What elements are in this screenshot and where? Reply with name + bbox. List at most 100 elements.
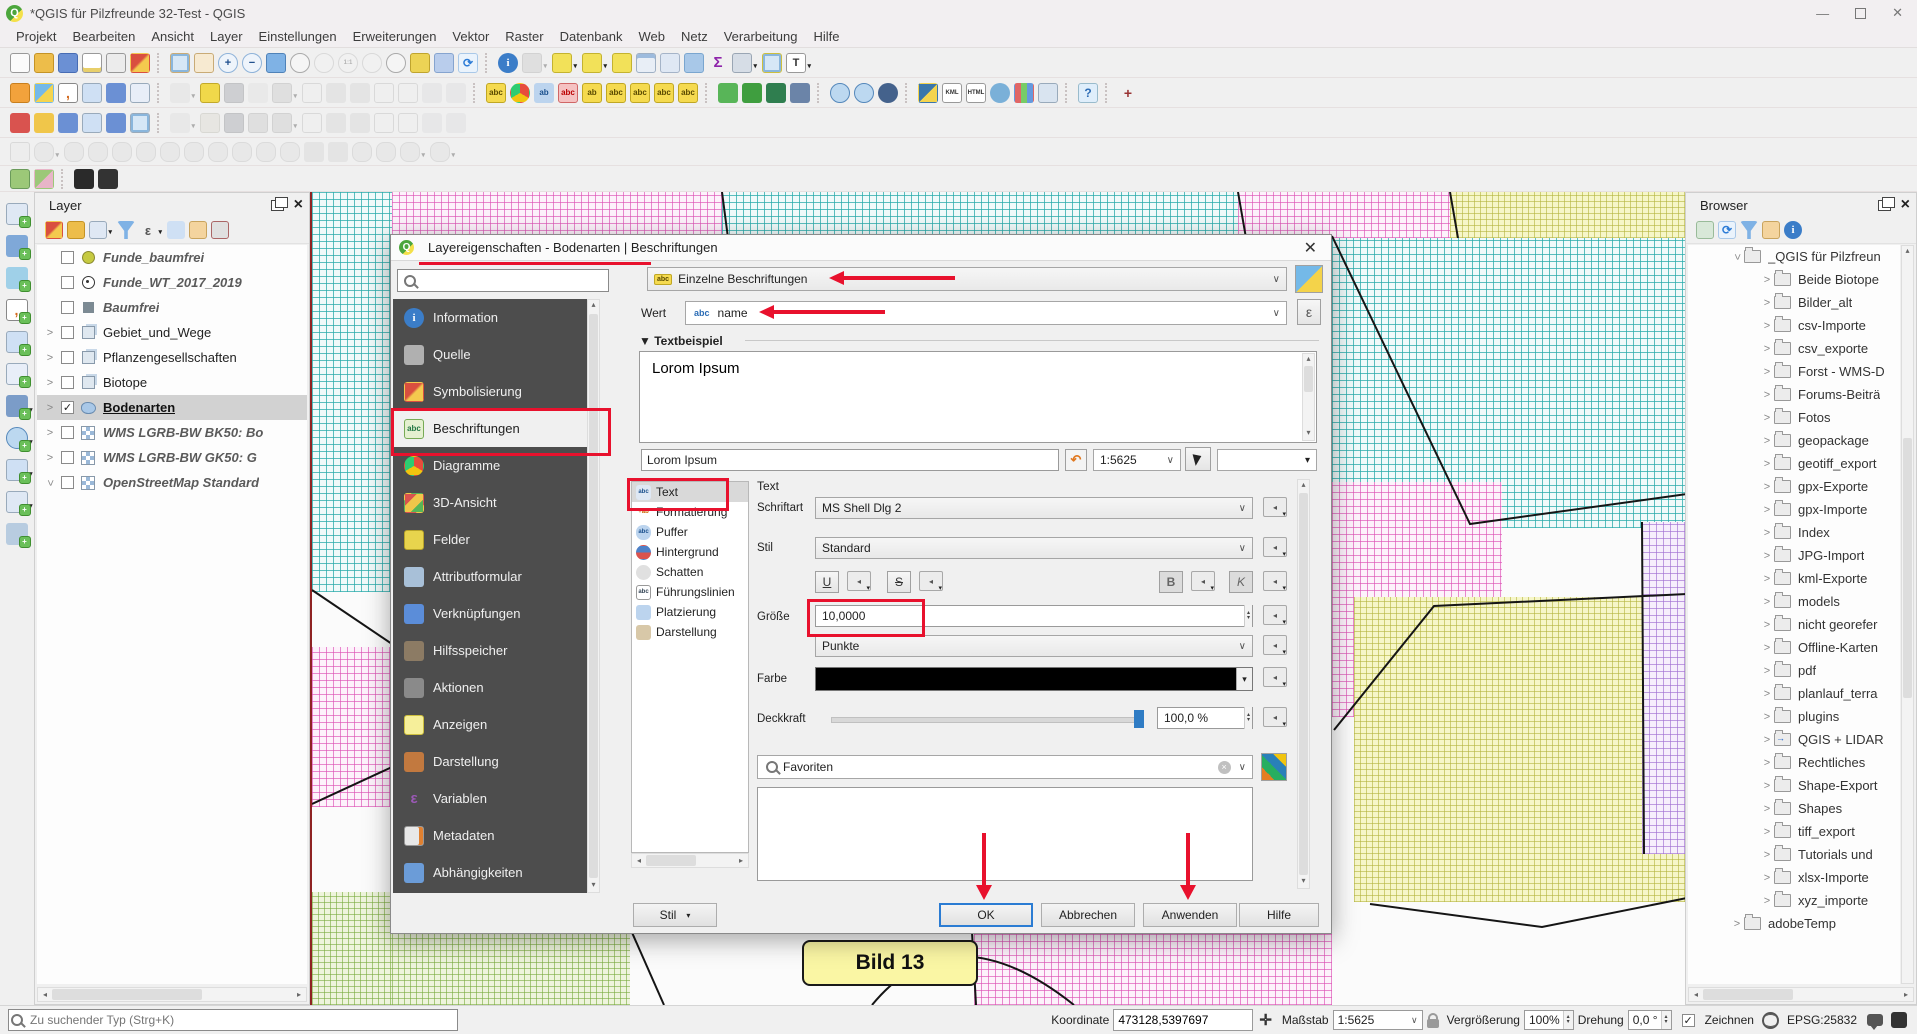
spinner-arrows-icon[interactable]: ▴▾ bbox=[1244, 707, 1252, 729]
dropdown-icon[interactable]: ▾ bbox=[753, 62, 757, 70]
labeling-ab-icon[interactable]: ab bbox=[534, 83, 554, 103]
statistics-panel-icon[interactable]: Σ bbox=[708, 53, 728, 73]
cad-tools-icon[interactable] bbox=[10, 142, 30, 162]
feature-action-icon[interactable]: ▾ bbox=[522, 53, 542, 73]
new-temporary-layer-icon[interactable] bbox=[82, 113, 102, 133]
subtab-hintergrund[interactable]: Hintergrund bbox=[632, 542, 748, 562]
hilfsspeicher-icon[interactable] bbox=[404, 641, 424, 661]
browser-item-forums-beitr-[interactable]: >Forums-Beiträ bbox=[1688, 383, 1900, 406]
current-edits-2-icon[interactable]: ▾ bbox=[170, 113, 190, 133]
dialog-tab-variablen[interactable]: εVariablen bbox=[393, 780, 587, 817]
map-refresh-icon[interactable]: ⟳ bbox=[458, 53, 478, 73]
dialog-search-input[interactable] bbox=[397, 269, 609, 292]
expander-icon[interactable]: > bbox=[1760, 573, 1774, 585]
rotate-point-symbols-icon[interactable]: ▾ bbox=[430, 142, 450, 162]
expander-icon[interactable]: > bbox=[1760, 688, 1774, 700]
dropdown-icon[interactable]: ▾ bbox=[293, 122, 297, 130]
layer-visibility-checkbox[interactable]: ✓ bbox=[61, 401, 74, 414]
bold-button[interactable]: B bbox=[1159, 571, 1183, 593]
font-family-select[interactable]: MS Shell Dlg 2 ∨ bbox=[815, 497, 1253, 519]
add-virtual-layer-icon[interactable] bbox=[130, 83, 150, 103]
preview-background-select[interactable]: ▾ bbox=[1217, 449, 1317, 471]
expander-icon[interactable]: > bbox=[43, 427, 57, 439]
zoom-native-icon[interactable]: 1:1 bbox=[338, 53, 358, 73]
layer-item-baumfrei[interactable]: Baumfrei bbox=[37, 295, 307, 320]
browser-item-xlsx-importe[interactable]: >xlsx-Importe bbox=[1688, 866, 1900, 889]
browser-item-shapes[interactable]: >Shapes bbox=[1688, 797, 1900, 820]
new-spatialite-layer-icon[interactable] bbox=[58, 113, 78, 133]
layer-visibility-checkbox[interactable] bbox=[61, 351, 74, 364]
azimuth-tool-icon[interactable]: + bbox=[1118, 83, 1138, 103]
sample-section-header[interactable]: ▼ Textbeispiel bbox=[639, 334, 723, 348]
dropdown-icon[interactable]: ▾ bbox=[543, 62, 547, 70]
expander-icon[interactable]: > bbox=[43, 402, 57, 414]
dropdown-icon[interactable]: ▾ bbox=[29, 502, 33, 510]
verknüpfungen-icon[interactable] bbox=[404, 604, 424, 624]
add-spatialite-layer-icon[interactable] bbox=[82, 83, 102, 103]
coordinate-input[interactable] bbox=[1113, 1009, 1253, 1031]
help-contents-icon[interactable]: ? bbox=[1078, 83, 1098, 103]
spinner-arrows-icon[interactable]: ▴▾ bbox=[1244, 605, 1252, 627]
font-style-select[interactable]: Standard ∨ bbox=[815, 537, 1253, 559]
ok-button[interactable]: OK bbox=[939, 903, 1033, 927]
layer-properties-icon[interactable]: i bbox=[1784, 221, 1802, 239]
digitize-options-icon[interactable]: ▾ bbox=[272, 83, 292, 103]
offline-editing-icon[interactable] bbox=[790, 83, 810, 103]
subtab-platzierung[interactable]: Platzierung bbox=[632, 602, 748, 622]
identify-features-icon[interactable]: i bbox=[498, 53, 518, 73]
menu-raster[interactable]: Raster bbox=[497, 27, 551, 46]
underline-button[interactable]: U bbox=[815, 571, 839, 593]
simplify-feature-icon[interactable] bbox=[112, 142, 132, 162]
sample-text-input[interactable] bbox=[641, 449, 1059, 471]
redo-2-icon[interactable] bbox=[446, 113, 466, 133]
close-button[interactable]: ✕ bbox=[1892, 5, 1903, 21]
dropdown-icon[interactable]: ▾ bbox=[191, 122, 195, 130]
new-virtual-layer-icon[interactable] bbox=[130, 113, 150, 133]
dialog-tab-information[interactable]: iInformation bbox=[393, 299, 587, 336]
zoom-to-selection-icon[interactable] bbox=[362, 53, 382, 73]
delete-selected-icon[interactable] bbox=[326, 83, 346, 103]
browser-item-gpx-importe[interactable]: >gpx-Importe bbox=[1688, 498, 1900, 521]
panel-vertical-scrollbar[interactable]: ▴▾ bbox=[1297, 479, 1310, 889]
anzeigen-icon[interactable] bbox=[404, 715, 424, 735]
add-raster-layer-icon[interactable] bbox=[34, 83, 54, 103]
expander-icon[interactable]: > bbox=[43, 327, 57, 339]
expander-icon[interactable]: > bbox=[44, 476, 56, 490]
dropdown-icon[interactable]: ▾ bbox=[451, 151, 455, 159]
delete-ring-icon[interactable] bbox=[208, 142, 228, 162]
scroll-thumb[interactable] bbox=[52, 989, 202, 1000]
automated-placement-settings-button[interactable] bbox=[1295, 265, 1323, 293]
map-theme-tool-icon[interactable] bbox=[10, 169, 30, 189]
metasearch-icon[interactable] bbox=[830, 83, 850, 103]
preview-scrollbar[interactable]: ▴▾ bbox=[1302, 353, 1315, 441]
data-defined-override-icon[interactable]: ◂ bbox=[1263, 667, 1287, 687]
labeling-abc-red-icon[interactable]: abc bbox=[558, 83, 578, 103]
add-part-icon[interactable] bbox=[160, 142, 180, 162]
data-defined-override-icon[interactable]: ◂ bbox=[1263, 707, 1287, 727]
map-decoration-tool-icon[interactable] bbox=[34, 169, 54, 189]
label-mode-select[interactable]: abc Einzelne Beschriftungen ∨ bbox=[647, 267, 1287, 291]
browser-item-rechtliches[interactable]: >Rechtliches bbox=[1688, 751, 1900, 774]
expander-icon[interactable]: > bbox=[43, 452, 57, 464]
minimize-button[interactable]: — bbox=[1816, 6, 1829, 21]
expander-icon[interactable]: > bbox=[1760, 527, 1774, 539]
slider-handle[interactable] bbox=[1134, 710, 1144, 728]
browser-item-kml-exporte[interactable]: >kml-Exporte bbox=[1688, 567, 1900, 590]
menu-einstellungen[interactable]: Einstellungen bbox=[251, 27, 345, 46]
project-open-icon[interactable] bbox=[34, 53, 54, 73]
render-checkbox[interactable]: ✓ bbox=[1682, 1014, 1695, 1027]
expander-icon[interactable]: > bbox=[1760, 895, 1774, 907]
scroll-thumb[interactable] bbox=[1703, 989, 1793, 1000]
filter-by-expression-icon[interactable]: ε▾ bbox=[139, 221, 157, 239]
dropdown-icon[interactable]: ▾ bbox=[603, 62, 607, 70]
dialog-tab-verkn-pfungen[interactable]: Verknüpfungen bbox=[393, 595, 587, 632]
darstellung-icon[interactable] bbox=[636, 625, 651, 640]
menu-datenbank[interactable]: Datenbank bbox=[552, 27, 631, 46]
expander-icon[interactable]: > bbox=[1760, 619, 1774, 631]
html-tools-icon[interactable]: HTML bbox=[966, 83, 986, 103]
scroll-left-icon[interactable]: ◂ bbox=[38, 990, 52, 999]
strikethrough-button[interactable]: S bbox=[887, 571, 911, 593]
layer-labeling-icon[interactable]: abc bbox=[486, 83, 506, 103]
zoom-in-icon[interactable]: + bbox=[218, 53, 238, 73]
menu-layer[interactable]: Layer bbox=[202, 27, 251, 46]
